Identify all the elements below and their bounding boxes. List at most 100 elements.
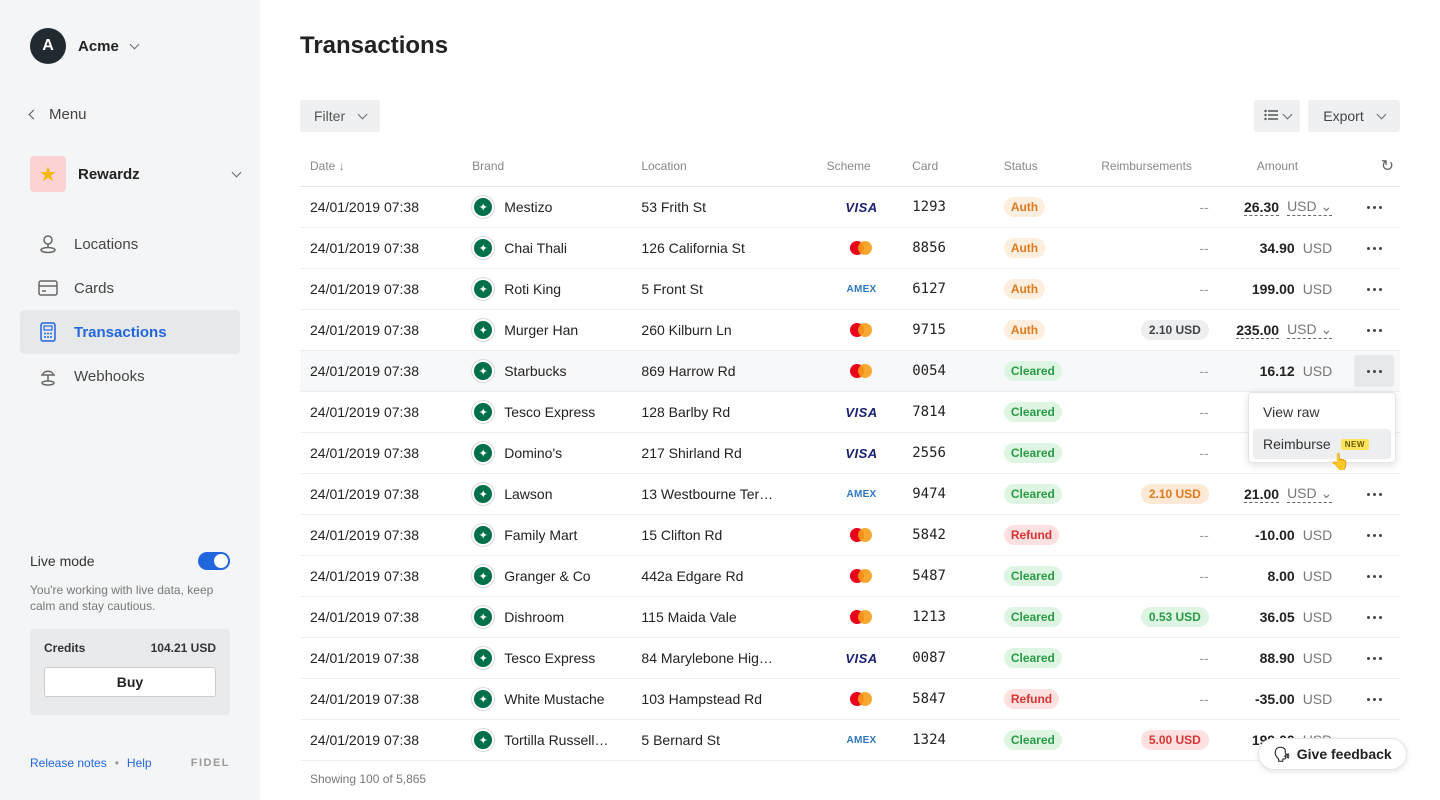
reimbursement-value: -- — [1199, 691, 1209, 707]
org-name: Acme — [78, 37, 119, 55]
cell-location: 126 California St — [641, 240, 745, 256]
cell-card: 5847 — [912, 691, 946, 707]
menu-back-button[interactable]: Menu — [28, 106, 87, 123]
status-badge: Auth — [1003, 197, 1046, 217]
table-row[interactable]: 24/01/2019 07:38 ✦ Tortilla Russell… 5 B… — [300, 720, 1400, 761]
table-row[interactable]: 24/01/2019 07:38 ✦ Tesco Express 84 Mary… — [300, 638, 1400, 679]
help-link[interactable]: Help — [127, 756, 152, 770]
more-actions-icon[interactable] — [1354, 191, 1394, 223]
table-body: 24/01/2019 07:38 ✦ Mestizo 53 Frith St V… — [300, 187, 1400, 761]
app-switcher[interactable]: ★ Rewardz — [30, 156, 242, 192]
live-mode-label: Live mode — [30, 553, 95, 569]
cell-location: 84 Marylebone Hig… — [641, 650, 773, 666]
table-row[interactable]: 24/01/2019 07:38 ✦ White Mustache 103 Ha… — [300, 679, 1400, 720]
table-row[interactable]: 24/01/2019 07:38 ✦ Starbucks 869 Harrow … — [300, 351, 1400, 392]
currency-label: USD — [1302, 281, 1333, 297]
sidebar-item-locations[interactable]: Locations — [20, 222, 240, 266]
currency-label[interactable]: USD ⌄ — [1287, 321, 1333, 339]
cell-location: 128 Barlby Rd — [641, 404, 731, 420]
currency-label[interactable]: USD ⌄ — [1287, 485, 1333, 503]
brand-logo-icon: ✦ — [472, 278, 495, 300]
sidebar-item-webhooks[interactable]: Webhooks — [20, 354, 240, 398]
cell-scheme — [811, 528, 913, 542]
more-actions-icon[interactable] — [1354, 314, 1394, 346]
cell-date: 24/01/2019 07:38 — [310, 568, 419, 584]
chevron-down-icon — [357, 109, 368, 119]
webhook-icon — [38, 366, 58, 386]
more-actions-icon[interactable] — [1354, 683, 1394, 715]
release-notes-link[interactable]: Release notes — [30, 756, 107, 770]
sidebar-item-label: Locations — [74, 235, 139, 253]
column-header-date[interactable]: Date ↓ — [300, 159, 472, 173]
cell-location: 53 Frith St — [641, 199, 706, 215]
more-actions-icon[interactable] — [1354, 273, 1394, 305]
cell-card: 0054 — [912, 363, 946, 379]
filter-button[interactable]: Filter — [300, 100, 381, 132]
cell-date: 24/01/2019 07:38 — [310, 609, 419, 625]
brand-logo-icon: ✦ — [472, 237, 495, 259]
cell-card: 9715 — [912, 322, 946, 338]
cell-location: 260 Kilburn Ln — [641, 322, 732, 338]
table-row[interactable]: 24/01/2019 07:38 ✦ Lawson 13 Westbourne … — [300, 474, 1400, 515]
table-row[interactable]: 24/01/2019 07:38 ✦ Tesco Express 128 Bar… — [300, 392, 1400, 433]
table-row[interactable]: 24/01/2019 07:38 ✦ Roti King 5 Front St … — [300, 269, 1400, 310]
more-actions-icon[interactable] — [1354, 642, 1394, 674]
reimbursement-value: -- — [1199, 650, 1209, 666]
table-row[interactable]: 24/01/2019 07:38 ✦ Domino's 217 Shirland… — [300, 433, 1400, 474]
brand-logo-icon: ✦ — [472, 483, 495, 505]
table-row[interactable]: 24/01/2019 07:38 ✦ Dishroom 115 Maida Va… — [300, 597, 1400, 638]
sidebar-item-cards[interactable]: Cards — [20, 266, 240, 310]
cell-scheme — [811, 364, 913, 378]
cell-scheme — [811, 323, 913, 337]
reimbursement-value: 2.10 USD — [1140, 484, 1209, 504]
cell-scheme: VISA — [811, 446, 913, 461]
mastercard-logo-icon — [850, 692, 873, 706]
give-feedback-button[interactable]: 🗣 Give feedback — [1258, 738, 1407, 770]
cell-card: 9474 — [912, 486, 946, 502]
brand-logo-icon: ✦ — [472, 319, 495, 341]
more-actions-icon[interactable] — [1354, 601, 1394, 633]
cell-date: 24/01/2019 07:38 — [310, 732, 419, 748]
table-row[interactable]: 24/01/2019 07:38 ✦ Family Mart 15 Clifto… — [300, 515, 1400, 556]
cell-brand: Dishroom — [504, 609, 565, 625]
cell-brand: Tesco Express — [504, 650, 596, 666]
more-actions-icon[interactable] — [1354, 519, 1394, 551]
amount-value: 36.05 — [1259, 609, 1295, 625]
star-icon: ★ — [30, 156, 66, 192]
export-button[interactable]: Export — [1308, 100, 1400, 132]
more-actions-icon[interactable] — [1354, 232, 1394, 264]
reimbursement-value: -- — [1199, 527, 1209, 543]
currency-label: USD — [1302, 568, 1333, 584]
cell-location: 5 Front St — [641, 281, 703, 297]
cell-card: 1324 — [912, 732, 946, 748]
cell-scheme: AMEX — [811, 735, 913, 746]
reimburse-menu-item[interactable]: Reimburse NEW — [1253, 429, 1391, 459]
view-options-button[interactable] — [1254, 100, 1300, 132]
org-switcher[interactable]: A Acme — [30, 28, 140, 64]
refresh-icon[interactable]: ↻ — [1381, 156, 1394, 176]
currency-label: USD — [1302, 691, 1333, 707]
more-actions-icon[interactable] — [1354, 355, 1394, 387]
mastercard-logo-icon — [850, 364, 873, 378]
cell-brand: Murger Han — [504, 322, 579, 338]
status-badge: Cleared — [1003, 402, 1062, 422]
buy-credits-button[interactable]: Buy — [44, 667, 216, 697]
table-row[interactable]: 24/01/2019 07:38 ✦ Chai Thali 126 Califo… — [300, 228, 1400, 269]
cell-location: 103 Hampstead Rd — [641, 691, 763, 707]
column-header-reimbursements: Reimbursements — [1101, 159, 1192, 173]
table-row[interactable]: 24/01/2019 07:38 ✦ Granger & Co 442a Edg… — [300, 556, 1400, 597]
amount-value[interactable]: 26.30 — [1244, 199, 1280, 216]
page-title: Transactions — [300, 32, 449, 59]
sidebar-item-transactions[interactable]: Transactions — [20, 310, 240, 354]
more-actions-icon[interactable] — [1354, 478, 1394, 510]
view-raw-menu-item[interactable]: View raw — [1253, 397, 1391, 427]
live-mode-toggle[interactable] — [198, 552, 230, 570]
amount-value[interactable]: 235.00 — [1236, 322, 1280, 339]
export-label: Export — [1323, 108, 1364, 124]
currency-label[interactable]: USD ⌄ — [1287, 198, 1333, 216]
table-row[interactable]: 24/01/2019 07:38 ✦ Murger Han 260 Kilbur… — [300, 310, 1400, 351]
table-row[interactable]: 24/01/2019 07:38 ✦ Mestizo 53 Frith St V… — [300, 187, 1400, 228]
visa-logo-icon: VISA — [845, 445, 878, 461]
amount-value[interactable]: 21.00 — [1244, 486, 1280, 503]
more-actions-icon[interactable] — [1354, 560, 1394, 592]
